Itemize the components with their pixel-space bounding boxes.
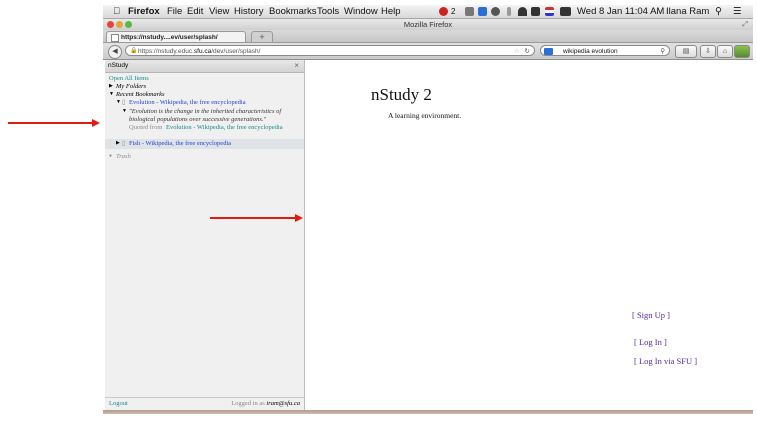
sidebar-footer: Logout Logged in as iram@sfu.ca [105, 397, 304, 410]
recent-bookmarks-caret-icon[interactable]: ▼ [109, 91, 114, 99]
menu-edit[interactable]: Edit [187, 5, 203, 18]
log-in-sfu-link[interactable]: [ Log In via SFU ] [634, 356, 697, 366]
window-titlebar: Mozilla Firefox ⤢ [103, 19, 753, 30]
sidebar-toggle-button[interactable]: ▤ [675, 45, 697, 58]
bookmark2-page-icon: ▯ [122, 140, 126, 147]
battery-icon[interactable] [560, 7, 571, 16]
mail-count[interactable]: 2 [451, 5, 455, 18]
logout-link[interactable]: Logout [109, 398, 128, 410]
wifi-icon[interactable] [518, 7, 527, 16]
zoom-window-icon[interactable] [125, 21, 132, 28]
search-value: wikipedia evolution [563, 48, 618, 55]
flag-icon[interactable] [545, 7, 554, 16]
trash-item[interactable]: Trash [116, 153, 131, 161]
user-name[interactable]: Ilana Ram [666, 5, 709, 18]
spotlight-icon[interactable]: ⚲ [715, 5, 722, 18]
url-domain: sfu.ca [193, 48, 212, 55]
quote-line-1[interactable]: "Evolution is the change in the inherite… [129, 108, 281, 116]
bookmark1-page-icon: ▯ [122, 99, 126, 106]
recent-bookmarks-item[interactable]: Recent Bookmarks [116, 91, 165, 99]
time-machine-icon[interactable] [491, 7, 500, 16]
url-bar[interactable]: 🔒 https://nstudy.educ.sfu.ca/dev/user/sp… [125, 45, 535, 56]
page-title: nStudy 2 [371, 85, 432, 104]
minimize-window-icon[interactable] [116, 21, 123, 28]
annotation-arrow-1-shaft [8, 122, 92, 124]
logged-in-user: iram@sfu.ca [266, 400, 300, 407]
reload-icon[interactable]: ↻ [525, 46, 530, 55]
page-subtitle: A learning environment. [388, 111, 462, 120]
url-suffix: /dev/user/splash/ [211, 48, 261, 55]
quote-caret-icon[interactable]: ▼ [122, 108, 127, 116]
open-all-items-link[interactable]: Open All Items [109, 75, 149, 83]
close-window-icon[interactable] [107, 21, 114, 28]
bookmark2-caret-icon[interactable]: ▶ [116, 140, 120, 148]
volume-icon[interactable] [531, 7, 540, 16]
addon-button[interactable] [734, 45, 750, 58]
search-input[interactable]: wikipedia evolution ⚲ [540, 45, 670, 56]
menu-view[interactable]: View [209, 5, 229, 18]
back-button[interactable]: ◀ [108, 45, 122, 59]
fullscreen-icon[interactable]: ⤢ [742, 19, 748, 30]
menu-file[interactable]: File [167, 5, 182, 18]
tab-bar: https://nstudy....ev/user/splash/ + [103, 30, 753, 43]
annotation-arrow-2-shaft [210, 217, 295, 219]
lock-icon: 🔒 [130, 48, 138, 54]
logged-in-status: Logged in as iram@sfu.ca [231, 398, 300, 410]
record-icon[interactable] [439, 7, 448, 16]
quote-line-2[interactable]: biological populations over successive g… [129, 116, 266, 124]
menu-tools[interactable]: Tools [317, 5, 339, 18]
sidebar-header: nStudy × [105, 60, 304, 73]
downloads-button[interactable]: ⇩ [700, 45, 716, 58]
window-title: Mozilla Firefox [403, 20, 453, 29]
sidebar-close-button[interactable]: × [294, 60, 299, 72]
quoted-from-label: Quoted from [129, 124, 163, 131]
page-favicon-icon [111, 34, 119, 42]
window-bottom-edge [103, 410, 753, 414]
dropbox-icon[interactable] [465, 7, 474, 16]
tab-active[interactable]: https://nstudy....ev/user/splash/ [106, 31, 246, 42]
nstudy-sidebar: nStudy × Open All Items ▶ My Folders ▼ R… [105, 60, 305, 410]
navigation-bar: ◀ 🔒 https://nstudy.educ.sfu.ca/dev/user/… [103, 43, 753, 60]
annotation-arrow-1-head [92, 119, 100, 127]
bookmark1-caret-icon[interactable]: ▼ [116, 99, 121, 107]
battery-divider-icon [507, 7, 511, 16]
new-tab-button[interactable]: + [251, 31, 273, 43]
mac-menubar:  Firefox File Edit View History Bookmar… [103, 5, 753, 19]
notification-icon[interactable]: ☰ [733, 5, 742, 18]
my-folders-caret-icon[interactable]: ▶ [109, 83, 113, 91]
menu-help[interactable]: Help [381, 5, 401, 18]
sidebar-title: nStudy [108, 62, 129, 69]
menu-history[interactable]: History [234, 5, 264, 18]
bookmark-fish-link[interactable]: Fish - Wikipedia, the free encyclopedia [129, 140, 231, 148]
bookmark-star-icon[interactable]: ☆ [514, 46, 520, 55]
page-content: nStudy 2 A learning environment. [ Sign … [305, 60, 753, 410]
my-folders-item[interactable]: My Folders [116, 83, 146, 91]
search-engine-icon[interactable] [544, 48, 553, 55]
url-prefix: https://nstudy.educ. [138, 48, 194, 55]
logged-in-prefix: Logged in as [231, 400, 265, 407]
quoted-from-source-link[interactable]: Evolution - Wikipedia, the free encyclop… [166, 124, 283, 132]
menu-window[interactable]: Window [344, 5, 378, 18]
trash-bullet-icon: ● [109, 154, 113, 159]
log-in-link[interactable]: [ Log In ] [634, 337, 667, 347]
menu-app-firefox[interactable]: Firefox [128, 5, 160, 18]
menu-bookmarks[interactable]: Bookmarks [269, 5, 317, 18]
sync-icon[interactable] [478, 7, 487, 16]
home-button[interactable]: ⌂ [717, 45, 733, 58]
sign-up-link[interactable]: [ Sign Up ] [632, 310, 670, 320]
annotation-arrow-2-head [295, 214, 303, 222]
tab-label: https://nstudy....ev/user/splash/ [121, 34, 218, 41]
search-icon[interactable]: ⚲ [660, 46, 665, 57]
bookmark-evolution-link[interactable]: Evolution - Wikipedia, the free encyclop… [129, 99, 246, 107]
clock-text[interactable]: Wed 8 Jan 11:04 AM [577, 5, 664, 18]
apple-icon[interactable]:  [113, 5, 120, 18]
